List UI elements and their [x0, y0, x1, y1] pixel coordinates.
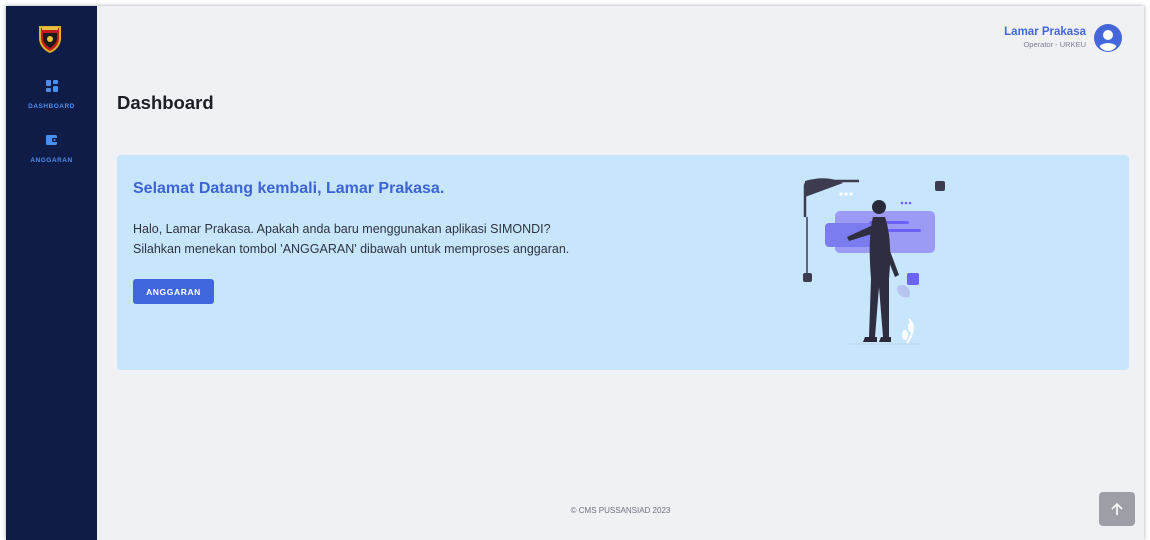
- welcome-title: Selamat Datang kembali, Lamar Prakasa.: [133, 180, 445, 197]
- copyright-text: © CMS PUSSANSIAD 2023: [570, 506, 671, 515]
- wallet-icon: [45, 135, 58, 145]
- user-role: Operator - URKEU: [1023, 40, 1086, 49]
- welcome-card: Selamat Datang kembali, Lamar Prakasa. H…: [117, 155, 1129, 370]
- welcome-message-line-2: Silahkan menekan tombol 'ANGGARAN' dibaw…: [133, 242, 570, 256]
- welcome-illustration: [803, 178, 945, 345]
- welcome-message-line-1: Halo, Lamar Prakasa. Apakah anda baru me…: [133, 222, 551, 236]
- app-window: DASHBOARD ANGGARAN Lamar Prakasa Operato…: [6, 6, 1144, 540]
- footer: © CMS PUSSANSIAD 2023: [97, 506, 1144, 515]
- sidebar-item-label: ANGGARAN: [30, 157, 73, 164]
- police-emblem-logo[interactable]: [36, 24, 64, 54]
- user-circle-icon[interactable]: [1094, 24, 1122, 52]
- dashboard-grid-icon: [45, 80, 58, 92]
- scroll-to-top-button[interactable]: [1099, 492, 1135, 526]
- sidebar-item-anggaran[interactable]: ANGGARAN: [6, 134, 97, 167]
- sidebar-item-label: DASHBOARD: [28, 103, 75, 110]
- user-name: Lamar Prakasa: [1004, 26, 1086, 38]
- sidebar-item-dashboard[interactable]: DASHBOARD: [6, 80, 97, 113]
- user-menu[interactable]: Lamar Prakasa Operator - URKEU: [1004, 24, 1122, 52]
- page-title: Dashboard: [117, 92, 214, 113]
- anggaran-button[interactable]: ANGGARAN: [133, 279, 214, 304]
- user-info: Lamar Prakasa Operator - URKEU: [1004, 25, 1086, 51]
- sidebar: DASHBOARD ANGGARAN: [6, 6, 97, 540]
- arrow-up-icon: [1111, 502, 1123, 515]
